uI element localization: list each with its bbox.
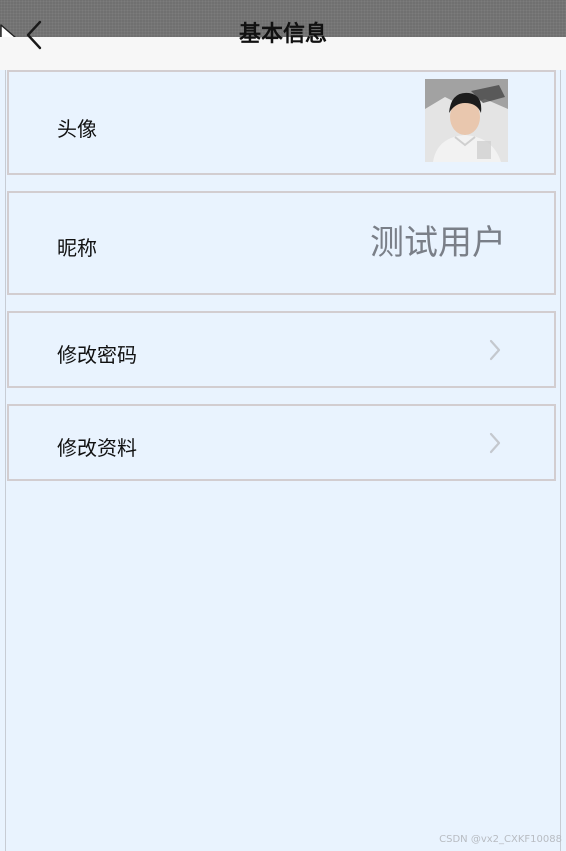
watermark: CSDN @vx2_CXKF10088	[439, 834, 562, 845]
avatar-label: 头像	[57, 117, 97, 141]
right-edge-line	[560, 70, 561, 851]
edit-profile-label: 修改资料	[57, 436, 137, 460]
chevron-right-icon	[489, 339, 501, 361]
avatar-row[interactable]: 头像	[7, 70, 556, 175]
chevron-right-icon	[489, 432, 501, 454]
edit-profile-row[interactable]: 修改资料	[7, 404, 556, 481]
nickname-value: 测试用户	[370, 223, 506, 263]
change-password-row[interactable]: 修改密码	[7, 311, 556, 388]
page-title: 基本信息	[238, 22, 327, 47]
change-password-label: 修改密码	[57, 343, 137, 367]
nickname-label: 昵称	[57, 236, 97, 260]
avatar[interactable]	[425, 79, 508, 162]
nickname-row[interactable]: 昵称 测试用户	[7, 191, 556, 295]
avatar-photo	[425, 79, 508, 162]
left-edge-line	[5, 70, 6, 851]
